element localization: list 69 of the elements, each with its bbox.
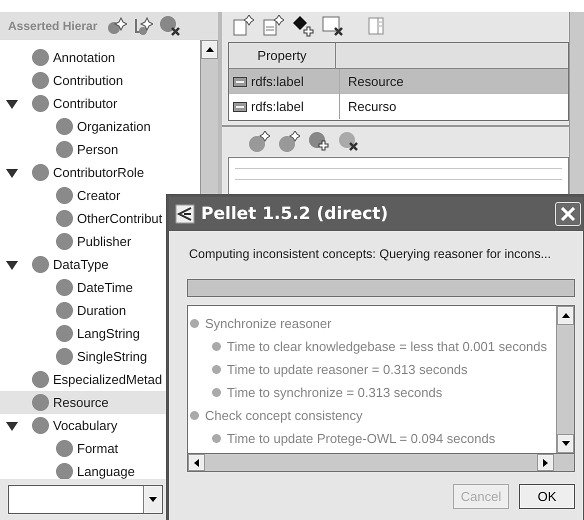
up-arrow-icon[interactable] xyxy=(562,313,570,318)
class-icon xyxy=(32,164,49,181)
class-icon xyxy=(32,371,49,388)
tree-item[interactable]: Person xyxy=(0,138,200,161)
combo-box[interactable] xyxy=(8,485,163,514)
add-literal-icon[interactable] xyxy=(248,131,270,153)
tree-item[interactable]: Contribution xyxy=(0,69,200,92)
up-arrow-icon[interactable] xyxy=(206,47,214,52)
tree-item[interactable]: Annotation xyxy=(0,46,200,69)
close-icon[interactable] xyxy=(561,207,575,221)
expanded-icon[interactable] xyxy=(6,260,18,270)
table-cell-text: Recurso xyxy=(347,99,396,114)
remove-value-icon[interactable] xyxy=(322,15,344,37)
class-icon xyxy=(56,325,73,342)
add-resource-icon[interactable] xyxy=(278,131,300,153)
remove-icon[interactable] xyxy=(338,131,360,153)
layout-icon[interactable] xyxy=(368,17,384,35)
class-icon xyxy=(56,302,73,319)
class-icon xyxy=(32,72,49,89)
class-icon xyxy=(56,141,73,158)
table-cell: rdfs:label xyxy=(251,74,304,89)
tree-item[interactable]: OtherContribut xyxy=(0,207,200,230)
delete-class-icon[interactable] xyxy=(159,15,182,37)
tree-item[interactable]: Contributor xyxy=(0,92,200,115)
label-icon xyxy=(233,76,247,86)
class-icon xyxy=(32,394,49,411)
table-cell-text: Resource xyxy=(347,74,404,89)
tree-item[interactable]: Language xyxy=(0,460,200,479)
app-icon xyxy=(175,204,195,224)
table-row[interactable]: rdfs:label Recurso xyxy=(229,94,568,119)
scrollbar[interactable] xyxy=(556,306,574,453)
class-icon xyxy=(32,49,49,66)
tree-item[interactable]: ContributorRole xyxy=(0,161,200,184)
right-arrow-icon[interactable] xyxy=(543,458,548,466)
add-value-icon[interactable] xyxy=(292,15,314,37)
class-icon xyxy=(56,279,73,296)
class-icon xyxy=(32,95,49,112)
dialog-button[interactable]: OK xyxy=(519,484,575,509)
window-title: Pellet 1.5.2 (direct) xyxy=(201,204,388,224)
class-icon xyxy=(56,118,73,135)
table-row[interactable]: rdfs:label Resource xyxy=(229,69,568,94)
tree-item[interactable]: DateTime xyxy=(0,276,200,299)
expanded-icon[interactable] xyxy=(6,98,18,108)
table-cell: rdfs:label xyxy=(251,99,304,114)
status-message: Computing inconsistent concepts: Querying reasoner for incons... xyxy=(189,247,552,261)
class-icon xyxy=(56,187,73,204)
expanded-icon[interactable] xyxy=(6,420,18,430)
close-button[interactable] xyxy=(555,202,581,226)
class-icon xyxy=(56,440,73,457)
new-document-icon[interactable] xyxy=(232,15,254,37)
scrollbar[interactable] xyxy=(188,453,574,471)
class-icon xyxy=(56,233,73,250)
class-icon xyxy=(56,463,73,479)
add-icon[interactable] xyxy=(308,131,330,153)
dropdown-arrow-icon[interactable] xyxy=(149,497,157,502)
class-icon xyxy=(32,256,49,273)
add-subclass-icon[interactable] xyxy=(107,16,128,36)
new-file-icon[interactable] xyxy=(262,15,284,37)
label-icon xyxy=(233,102,247,112)
add-sibling-icon[interactable] xyxy=(133,16,154,36)
left-arrow-icon[interactable] xyxy=(194,458,199,466)
panel-title: Asserted Hierar xyxy=(8,19,98,33)
expanded-icon[interactable] xyxy=(6,168,18,178)
class-icon xyxy=(32,417,49,434)
tree-item[interactable]: Organization xyxy=(0,115,200,138)
tree-item[interactable]: Creator xyxy=(0,184,200,207)
class-icon xyxy=(56,348,73,365)
class-icon xyxy=(56,210,73,227)
down-arrow-icon[interactable] xyxy=(562,441,570,446)
